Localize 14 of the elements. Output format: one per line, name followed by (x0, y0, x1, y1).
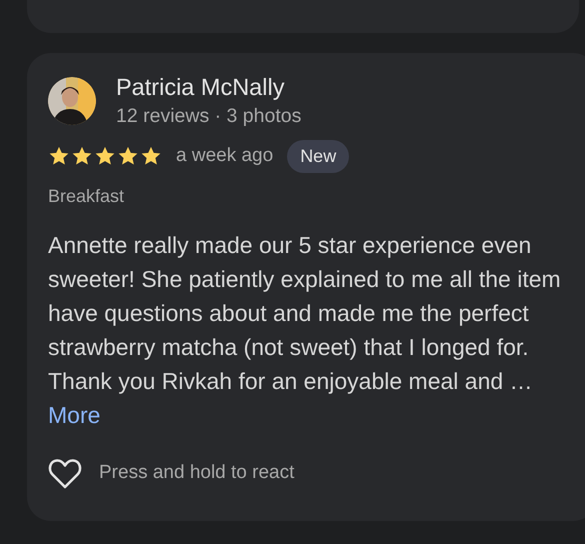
new-badge: New (287, 140, 350, 172)
more-link[interactable]: More (48, 398, 100, 432)
review-time: a week ago (176, 144, 274, 168)
react-hint: Press and hold to react (99, 461, 294, 486)
star-icon (71, 145, 93, 167)
star-icon (140, 145, 162, 167)
star-icon (94, 145, 116, 167)
review-category: Breakfast (48, 185, 124, 208)
review-text: Annette really made our 5 star experience even sweeter! She patiently explained to me all the item have questions about and made me the perfect strawberry matcha (not sweet) that I longed for. Thank you Rivkah for an enjoyable meal and … (48, 231, 561, 396)
reviewer-stats: 12 reviews · 3 photos (116, 104, 302, 129)
star-icon (48, 145, 70, 167)
reviewer-name[interactable]: Patricia McNally (116, 73, 302, 101)
star-icon (117, 145, 139, 167)
heart-icon[interactable] (48, 458, 82, 489)
